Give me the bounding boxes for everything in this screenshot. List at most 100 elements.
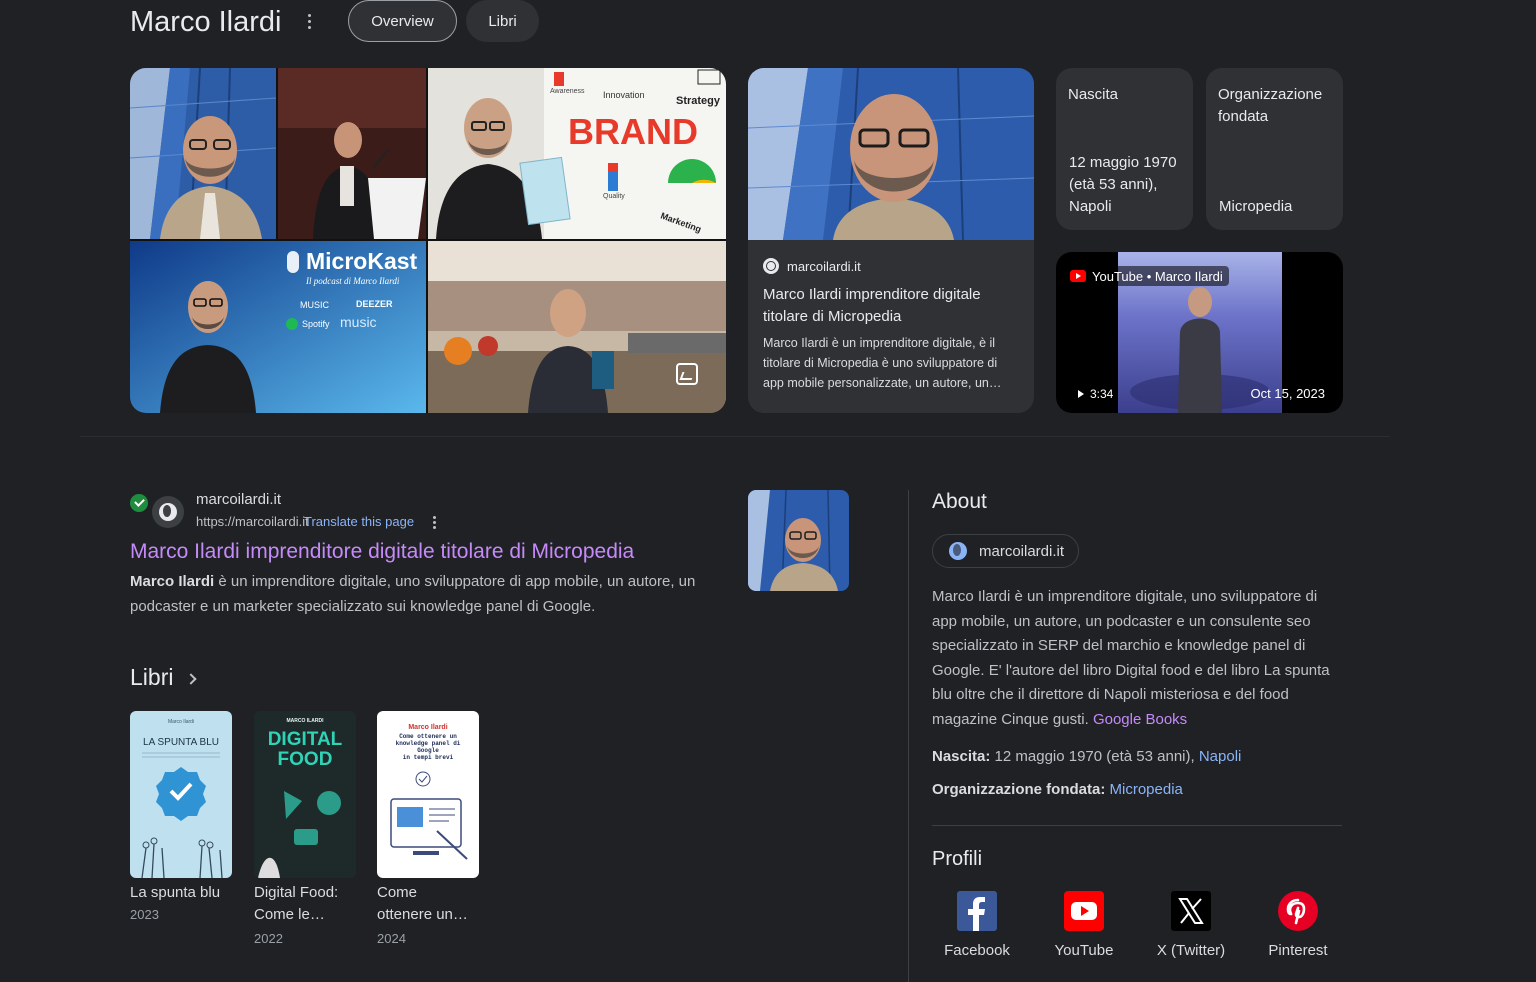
profile-label: YouTube — [1054, 942, 1114, 959]
about-heading: About — [932, 490, 987, 513]
about-description-text: Marco Ilardi è un imprenditore digitale,… — [932, 588, 1330, 728]
video-source: YouTube • Marco Ilardi — [1070, 266, 1229, 286]
collage-image-brand-board[interactable]: BRAND Innovation Strategy Marketing Awar… — [428, 68, 726, 239]
platform-music: MUSIC — [300, 300, 330, 310]
about-description: Marco Ilardi è un imprenditore digitale,… — [932, 585, 1344, 733]
article-card-snippet: Marco Ilardi è un imprenditore digitale,… — [763, 336, 1002, 390]
book-year: 2024 — [377, 931, 406, 946]
about-fact-label: Nascita: — [932, 748, 991, 765]
cover-title-line1: DIGITAL — [268, 729, 343, 750]
platform-deezer: DEEZER — [356, 299, 393, 309]
result-snippet-text: è un imprenditore digitale, uno sviluppa… — [130, 573, 696, 615]
fact-label: Organizzazione fondata — [1218, 86, 1323, 125]
book-title: Come — [377, 884, 418, 901]
tab-libri[interactable]: Libri — [466, 0, 539, 42]
article-card-source: marcoilardi.it — [763, 258, 861, 274]
article-card-source-label: marcoilardi.it — [787, 258, 861, 274]
cover-title: LA SPUNTA BLU — [143, 737, 219, 748]
cover-author: Marco Ilardi — [408, 724, 447, 731]
image-collage[interactable]: BRAND Innovation Strategy Marketing Awar… — [130, 68, 726, 413]
book-title: La spunta blu — [130, 884, 221, 901]
fact-value: Micropedia — [1219, 198, 1293, 215]
video-card[interactable]: YouTube • Marco Ilardi 3:34 Oct 15, 2023 — [1056, 252, 1343, 413]
cover-line-3: Google — [417, 747, 439, 754]
book-info-knowledge-panel[interactable]: Come ottenere un… 2024 — [377, 882, 487, 950]
book-info-la-spunta-blu[interactable]: La spunta blu 2023 — [130, 882, 240, 926]
cover-title-line2: FOOD — [278, 749, 333, 770]
platform-spotify: Spotify — [302, 319, 330, 329]
play-icon — [1078, 390, 1084, 398]
book-year: 2023 — [130, 907, 159, 922]
board-word-awareness: Awareness — [550, 88, 585, 95]
video-duration: 3:34 — [1078, 387, 1113, 401]
platform-amazon-music: music — [340, 314, 377, 330]
cover-author: MARCO ILARDI — [287, 718, 325, 724]
cover-line-4: in tempi brevi — [403, 754, 454, 761]
cover-line-2: knowledge panel di — [396, 740, 461, 747]
book-cover-digital-food[interactable]: MARCO ILARDI DIGITAL FOOD — [254, 711, 356, 878]
article-card[interactable]: marcoilardi.it Marco Ilardi imprenditore… — [748, 68, 1034, 413]
profile-label: X (Twitter) — [1156, 942, 1226, 959]
tab-overview[interactable]: Overview — [348, 0, 457, 42]
section-divider — [80, 436, 1390, 437]
result-title-link[interactable]: Marco Ilardi imprenditore digitale titol… — [130, 538, 634, 566]
birth-place-link[interactable]: Napoli — [1199, 748, 1242, 765]
about-fact-value: 12 maggio 1970 (età 53 anni), — [994, 748, 1199, 765]
about-site-chip-label: marcoilardi.it — [979, 542, 1065, 560]
book-title: Digital Food: — [254, 884, 339, 901]
organization-link[interactable]: Micropedia — [1110, 781, 1183, 798]
facebook-icon — [956, 890, 998, 932]
video-duration-label: 3:34 — [1090, 387, 1114, 401]
youtube-icon — [1070, 270, 1086, 282]
profile-x-twitter[interactable]: X (Twitter) — [1136, 890, 1246, 959]
about-source-link[interactable]: Google Books — [1093, 711, 1187, 728]
panel-divider — [908, 490, 909, 982]
more-options-icon[interactable] — [302, 10, 316, 32]
profile-facebook[interactable]: Facebook — [922, 890, 1032, 959]
book-cover-knowledge-panel[interactable]: Marco Ilardi Come ottenere un knowledge … — [377, 711, 479, 878]
site-favicon[interactable] — [152, 496, 184, 528]
about-fact-organizzazione: Organizzazione fondata: Micropedia — [932, 781, 1183, 798]
book-cover-la-spunta-blu[interactable]: Marco Ilardi LA SPUNTA BLU — [130, 711, 232, 878]
board-word-quality: Quality — [603, 193, 625, 200]
microkast-subtitle: Il podcast di Marco Ilardi — [305, 276, 400, 286]
board-word-strategy: Strategy — [676, 95, 721, 107]
about-fact-label: Organizzazione fondata: — [932, 781, 1106, 798]
collage-image-kitchen[interactable] — [428, 241, 726, 413]
fact-tile-organizzazione[interactable]: Organizzazione fondata Micropedia — [1206, 68, 1343, 230]
article-card-image — [748, 68, 1034, 240]
result-snippet: Marco Ilardi è un imprenditore digitale,… — [130, 569, 730, 619]
profile-label: Facebook — [944, 942, 1010, 959]
fact-value: 12 maggio 1970 (età 53 anni), Napoli — [1069, 154, 1177, 215]
fact-tile-nascita[interactable]: Nascita 12 maggio 1970 (età 53 anni), Na… — [1056, 68, 1193, 230]
youtube-icon — [1063, 890, 1105, 932]
book-year: 2022 — [254, 931, 283, 946]
result-snippet-bold: Marco Ilardi — [130, 573, 215, 590]
profile-pinterest[interactable]: Pinterest — [1243, 890, 1353, 959]
result-thumbnail[interactable] — [748, 490, 849, 591]
libri-heading[interactable]: Libri — [130, 664, 198, 691]
translate-link[interactable]: Translate this page — [304, 514, 414, 529]
result-more-icon[interactable] — [430, 514, 438, 530]
microkast-title: MicroKast — [306, 248, 418, 274]
book-title-line2: Come le… — [254, 906, 325, 923]
collage-image-portrait[interactable] — [130, 68, 276, 239]
cover-line-1: Come ottenere un — [399, 733, 457, 740]
chevron-right-icon — [185, 672, 198, 685]
article-card-title[interactable]: Marco Ilardi imprenditore digitale titol… — [763, 284, 1019, 328]
profile-label: Pinterest — [1268, 942, 1328, 959]
globe-icon — [159, 503, 177, 521]
profile-youtube[interactable]: YouTube — [1029, 890, 1139, 959]
result-url[interactable]: https://marcoilardi.it — [196, 514, 309, 529]
book-info-digital-food[interactable]: Digital Food: Come le… 2022 — [254, 882, 364, 950]
collage-image-microkast[interactable]: MicroKast Il podcast di Marco Ilardi MUS… — [130, 241, 426, 413]
about-fact-nascita: Nascita: 12 maggio 1970 (età 53 anni), N… — [932, 748, 1241, 765]
image-gallery-icon[interactable] — [676, 363, 698, 385]
collage-image-podium[interactable] — [278, 68, 426, 239]
result-site-name[interactable]: marcoilardi.it — [196, 491, 281, 508]
cover-author: Marco Ilardi — [168, 719, 194, 725]
board-word-innovation: Innovation — [603, 90, 645, 100]
page-title: Marco Ilardi — [130, 6, 282, 38]
about-site-chip[interactable]: marcoilardi.it — [932, 534, 1080, 568]
x-twitter-icon — [1170, 890, 1212, 932]
